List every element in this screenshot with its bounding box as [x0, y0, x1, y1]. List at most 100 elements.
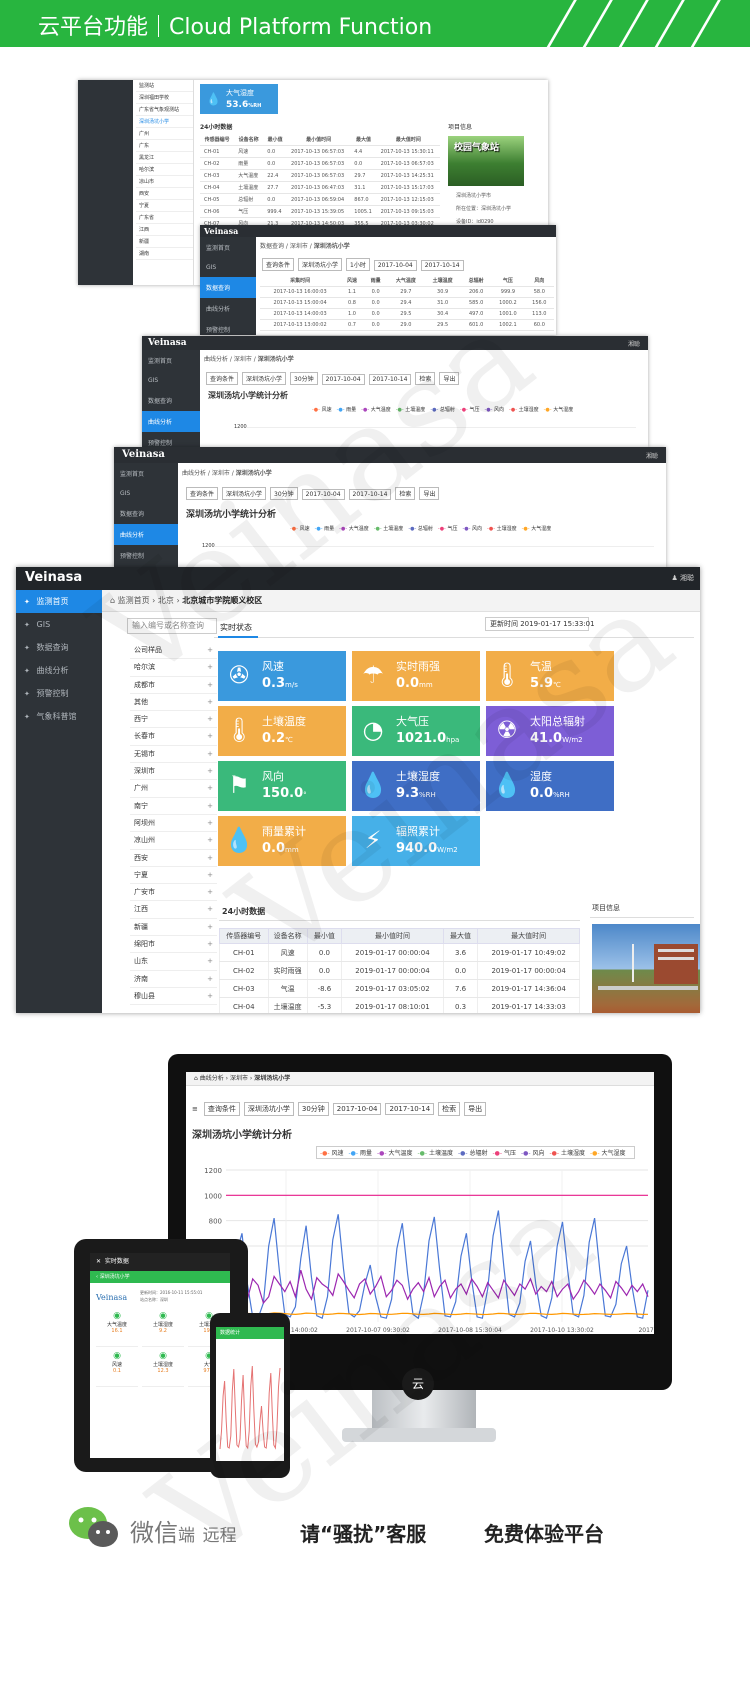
expand-icon[interactable]: + [207, 832, 213, 849]
expand-icon[interactable]: + [207, 867, 213, 884]
tablet-tile[interactable]: ◉ 土壤湿度 9.2 [142, 1311, 184, 1347]
legend-item[interactable]: -●- 土壤湿度 [487, 526, 517, 532]
city-item[interactable]: 西安 + [130, 850, 217, 867]
station-item[interactable]: 江西 [136, 224, 193, 236]
legend-item[interactable]: -●- 大气温度 [339, 526, 369, 532]
city-item[interactable]: 新疆 + [130, 919, 217, 937]
city-item[interactable]: 西宁 + [130, 711, 217, 729]
city-item[interactable]: 深圳市 + [130, 763, 217, 781]
sidebar-item[interactable]: 曲线分析 [200, 298, 256, 319]
sidebar-item[interactable]: ✦ 数据查询 [16, 636, 102, 659]
city-item[interactable]: 阿坝州 + [130, 815, 217, 833]
user-menu[interactable]: ♟ 湘聪 [671, 573, 694, 583]
legend-item[interactable]: -●- 总辐射 [430, 407, 455, 413]
sidebar-item[interactable]: ✦ 预警控制 [16, 682, 102, 705]
interval-select[interactable]: 1小时 [346, 258, 370, 271]
city-item[interactable]: 江西 + [130, 901, 217, 919]
city-item[interactable]: 穆山县 + [130, 988, 217, 1006]
tablet-tile[interactable]: ◉ 土壤湿度 12.3 [142, 1351, 184, 1387]
sidebar-item[interactable]: 监测首页 [200, 237, 256, 258]
expand-icon[interactable]: + [207, 936, 213, 953]
station-item[interactable]: 凉山市 [136, 176, 193, 188]
station-item[interactable]: 西安 [136, 188, 193, 200]
sidebar-item[interactable]: GIS [142, 371, 200, 390]
station-item[interactable]: 湖南 [136, 248, 193, 260]
expand-icon[interactable]: + [207, 728, 213, 745]
expand-icon[interactable]: + [207, 711, 213, 728]
city-item[interactable]: 山东 + [130, 953, 217, 971]
station-item[interactable]: 广东 [136, 140, 193, 152]
city-item[interactable]: 公司样品 + [130, 642, 217, 660]
city-item[interactable]: 哈尔滨 + [130, 659, 217, 677]
metric-tile[interactable]: ⚡ 辐照累计 940.0W/m2 [352, 816, 480, 866]
expand-icon[interactable]: + [207, 953, 213, 970]
expand-icon[interactable]: + [207, 763, 213, 780]
legend-item[interactable]: -●- 气压 [438, 526, 458, 532]
legend-item[interactable]: -●- 雨量 [315, 526, 335, 532]
station-item[interactable]: 新疆 [136, 236, 193, 248]
city-item[interactable]: 其他 + [130, 694, 217, 712]
station-item[interactable]: 广东省气象观测站 [136, 104, 193, 116]
metric-tile[interactable]: 💧 土壤湿度 9.3%RH [352, 761, 480, 811]
legend-item[interactable]: -●- 风速 [290, 526, 310, 532]
sidebar-item[interactable]: GIS [114, 484, 178, 503]
sidebar-item[interactable]: ✦ 气象科普馆 [16, 705, 102, 728]
search-button[interactable]: 检索 [415, 372, 436, 385]
legend-item[interactable]: -●- 风向 [484, 407, 504, 413]
metric-tile[interactable]: 💧 雨量累计 0.0mm [218, 816, 346, 866]
interval-select[interactable]: 30分钟 [270, 487, 298, 500]
query-label[interactable]: 查询条件 [186, 487, 219, 500]
legend-item[interactable]: -●- 土壤温度 [374, 526, 404, 532]
legend-item[interactable]: -●- 风速 [312, 407, 332, 413]
sidebar-item[interactable]: 预警控制 [200, 319, 256, 335]
station-item[interactable]: 监测站 [136, 80, 193, 92]
tablet-tile[interactable]: ◉ 大气温度 16.1 [96, 1311, 138, 1347]
sidebar-item[interactable]: GIS [200, 258, 256, 277]
metric-tile[interactable]: 💧 湿度 0.0%RH [486, 761, 614, 811]
sidebar-item[interactable]: 数据查询 [200, 277, 256, 298]
expand-icon[interactable]: + [207, 815, 213, 832]
expand-icon[interactable]: + [207, 746, 213, 763]
station-item[interactable]: 广东省 [136, 212, 193, 224]
close-icon[interactable]: ✕ [96, 1258, 101, 1265]
expand-icon[interactable]: + [207, 901, 213, 918]
city-item[interactable]: 绵阳市 + [130, 936, 217, 954]
legend-item[interactable]: -●- 大气湿度 [544, 407, 574, 413]
expand-icon[interactable]: + [207, 677, 213, 694]
sidebar-item[interactable]: 监测首页 [114, 463, 178, 484]
tab-realtime[interactable]: 实时状态 [220, 622, 252, 633]
legend-item[interactable]: -●- 风向 [462, 526, 482, 532]
legend-item[interactable]: -●- 土壤湿度 [509, 407, 539, 413]
expand-icon[interactable]: + [207, 642, 213, 659]
query-label[interactable]: 查询条件 [262, 258, 295, 271]
search-input[interactable]: 输入编号或名称查询 [127, 618, 217, 634]
city-item[interactable]: 济南 + [130, 971, 217, 988]
city-item[interactable]: 凉山州 + [130, 832, 217, 850]
query-label[interactable]: 查询条件 [206, 372, 239, 385]
metric-tile[interactable]: ✇ 风速 0.3m/s [218, 651, 346, 701]
metric-tile[interactable]: ☂ 实时雨强 0.0mm [352, 651, 480, 701]
legend-item[interactable]: -●- 大气温度 [361, 407, 391, 413]
back-icon[interactable]: ‹ [96, 1274, 98, 1280]
user-menu[interactable]: 湘聪 [646, 451, 658, 460]
expand-icon[interactable]: + [207, 659, 213, 676]
sidebar-item[interactable]: 监测首页 [142, 350, 200, 371]
expand-icon[interactable]: + [207, 919, 213, 936]
date-to[interactable]: 2017-10-14 [420, 260, 464, 271]
date-to[interactable]: 2017-10-14 [348, 489, 392, 500]
interval-select[interactable]: 30分钟 [290, 372, 318, 385]
station-item[interactable]: 黑龙江 [136, 152, 193, 164]
sidebar-item[interactable]: ✦ GIS [16, 613, 102, 636]
city-item[interactable]: 广州 + [130, 780, 217, 798]
expand-icon[interactable]: + [207, 780, 213, 797]
export-button[interactable]: 导出 [419, 487, 440, 500]
legend-item[interactable]: -●- 气压 [460, 407, 480, 413]
metric-tile[interactable]: ⚑ 风向 150.0° [218, 761, 346, 811]
station-item[interactable]: 宁夏 [136, 200, 193, 212]
breadcrumb-item[interactable]: 北京 [158, 596, 174, 605]
city-item[interactable]: 宁夏 + [130, 867, 217, 885]
search-button[interactable]: 检索 [395, 487, 416, 500]
sidebar-item[interactable]: 曲线分析 [142, 411, 200, 432]
date-to[interactable]: 2017-10-14 [368, 374, 412, 385]
expand-icon[interactable]: + [207, 850, 213, 867]
